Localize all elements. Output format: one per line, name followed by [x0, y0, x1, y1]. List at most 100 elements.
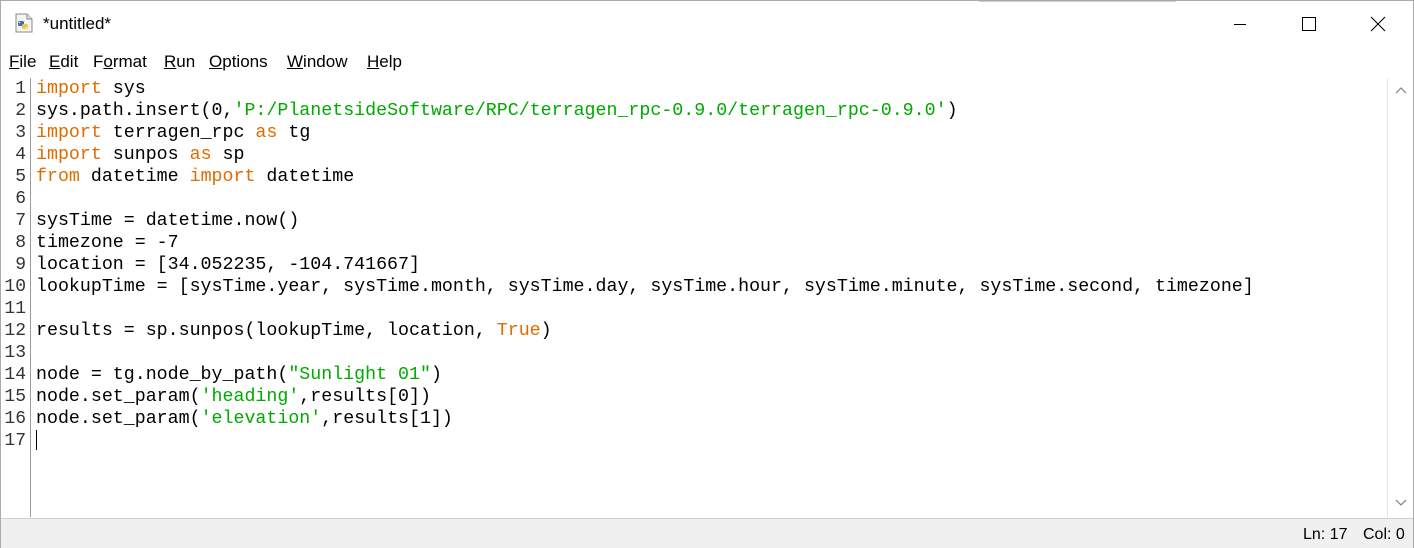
code-text: sys.path.insert(0, — [36, 101, 234, 121]
title-bar-accent — [979, 1, 1176, 2]
maximize-icon — [1301, 17, 1316, 31]
menu-edit[interactable]: Edit — [49, 52, 78, 72]
menu-options-accel: O — [209, 52, 223, 71]
code-keyword: import — [36, 145, 102, 165]
menu-help[interactable]: Help — [367, 52, 402, 72]
menu-edit-label: dit — [60, 52, 79, 71]
menu-help-accel: H — [367, 52, 380, 71]
menu-bar: File Edit Format Run Options Window Help — [1, 48, 1413, 76]
line-number: 12 — [4, 321, 26, 341]
code-text: node.set_param( — [36, 387, 201, 407]
menu-run-accel: R — [164, 52, 177, 71]
menu-format[interactable]: Format — [93, 52, 147, 72]
menu-run-label: un — [176, 52, 196, 71]
line-number: 7 — [15, 211, 26, 231]
code-string: "Sunlight 01" — [288, 365, 431, 385]
menu-options-label: ptions — [222, 52, 268, 71]
menu-format-label: rmat — [112, 52, 147, 71]
status-line-number: Ln: 17 — [1303, 526, 1348, 543]
close-button[interactable] — [1342, 1, 1413, 47]
code-text: ,results[0]) — [299, 387, 431, 407]
line-number: 10 — [4, 277, 26, 297]
code-text: node.set_param( — [36, 409, 201, 429]
code-text: sunpos — [101, 145, 190, 165]
code-editor[interactable]: import sys sys.path.insert(0,'P:/Planetsi… — [32, 78, 1386, 517]
code-text: location = [34.052235, -104.741667] — [36, 255, 420, 275]
code-line: import sunpos as sp — [36, 144, 244, 166]
code-keyword: import — [36, 123, 102, 143]
python-idle-icon — [13, 12, 35, 34]
line-number: 13 — [4, 343, 26, 363]
code-line: results = sp.sunpos(lookupTime, location… — [36, 320, 552, 342]
text-caret — [36, 430, 37, 450]
line-number: 16 — [4, 409, 26, 429]
code-text: terragen_rpc — [101, 123, 256, 143]
idle-editor-window: *untitled* File Edit Format Run Options … — [0, 0, 1414, 548]
code-line: node.set_param('heading',results[0]) — [36, 386, 431, 408]
code-line: from datetime import datetime — [36, 166, 354, 188]
code-text: ,results[1]) — [321, 409, 453, 429]
status-bar: Ln: 17 Col: 0 — [1, 518, 1413, 548]
code-line: timezone = -7 — [36, 232, 179, 254]
code-text: results = sp.sunpos(lookupTime, location… — [36, 321, 497, 341]
line-number: 14 — [4, 365, 26, 385]
scroll-down-arrow-icon[interactable] — [1395, 499, 1407, 507]
line-number: 8 — [15, 233, 26, 253]
code-line: node = tg.node_by_path("Sunlight 01") — [36, 364, 442, 386]
code-text: sys — [101, 79, 146, 99]
code-keyword: as — [255, 123, 278, 143]
code-line: sys.path.insert(0,'P:/PlanetsideSoftware… — [36, 100, 958, 122]
line-number: 11 — [4, 299, 26, 319]
code-line: node.set_param('elevation',results[1]) — [36, 408, 453, 430]
line-number: 9 — [15, 255, 26, 275]
vertical-scrollbar[interactable] — [1387, 78, 1413, 517]
code-line: location = [34.052235, -104.741667] — [36, 254, 420, 276]
code-string: 'heading' — [200, 387, 300, 407]
code-text: timezone = -7 — [36, 233, 179, 253]
code-text: ) — [430, 365, 442, 385]
minimize-button[interactable] — [1204, 1, 1275, 47]
line-number: 17 — [4, 431, 26, 451]
minimize-icon — [1233, 24, 1246, 25]
line-number: 1 — [15, 79, 26, 99]
code-text: tg — [277, 123, 311, 143]
code-keyword: as — [189, 145, 212, 165]
code-text: ) — [540, 321, 552, 341]
line-number: 15 — [4, 387, 26, 407]
code-keyword: import — [189, 167, 256, 187]
menu-file[interactable]: File — [9, 52, 36, 72]
code-text: sp — [211, 145, 245, 165]
code-keyword: True — [496, 321, 541, 341]
menu-run[interactable]: Run — [164, 52, 195, 72]
code-line: import sys — [36, 78, 146, 100]
menu-format-prefix: F — [93, 52, 104, 71]
line-number: 4 — [15, 145, 26, 165]
menu-edit-accel: E — [49, 52, 61, 71]
code-text: sysTime = datetime.now() — [36, 211, 300, 231]
menu-options[interactable]: Options — [209, 52, 268, 72]
title-bar[interactable]: *untitled* — [1, 1, 1413, 47]
code-text: ) — [946, 101, 958, 121]
maximize-button[interactable] — [1273, 1, 1344, 47]
code-string: 'elevation' — [200, 409, 322, 429]
menu-help-label: elp — [379, 52, 402, 71]
status-column-number: Col: 0 — [1363, 526, 1405, 543]
menu-window-accel: W — [287, 52, 304, 71]
code-keyword: from — [36, 167, 80, 187]
line-number: 3 — [15, 123, 26, 143]
code-line: sysTime = datetime.now() — [36, 210, 299, 232]
menu-window-label: indow — [303, 52, 348, 71]
scroll-up-arrow-icon[interactable] — [1395, 86, 1407, 94]
menu-window[interactable]: Window — [287, 52, 347, 72]
code-string: 'P:/PlanetsideSoftware/RPC/terragen_rpc-… — [233, 101, 947, 121]
code-keyword: import — [36, 79, 102, 99]
code-text: datetime — [255, 167, 355, 187]
menu-format-accel: o — [103, 52, 113, 71]
close-icon — [1370, 16, 1385, 32]
line-number: 5 — [15, 167, 26, 187]
line-number-gutter: 1 2 3 4 5 6 7 8 9 10 11 12 13 14 15 16 17 — [1, 78, 31, 517]
line-number: 6 — [15, 189, 26, 209]
menu-file-label: ile — [19, 52, 37, 71]
code-text: node = tg.node_by_path( — [36, 365, 289, 385]
code-text: datetime — [79, 167, 190, 187]
